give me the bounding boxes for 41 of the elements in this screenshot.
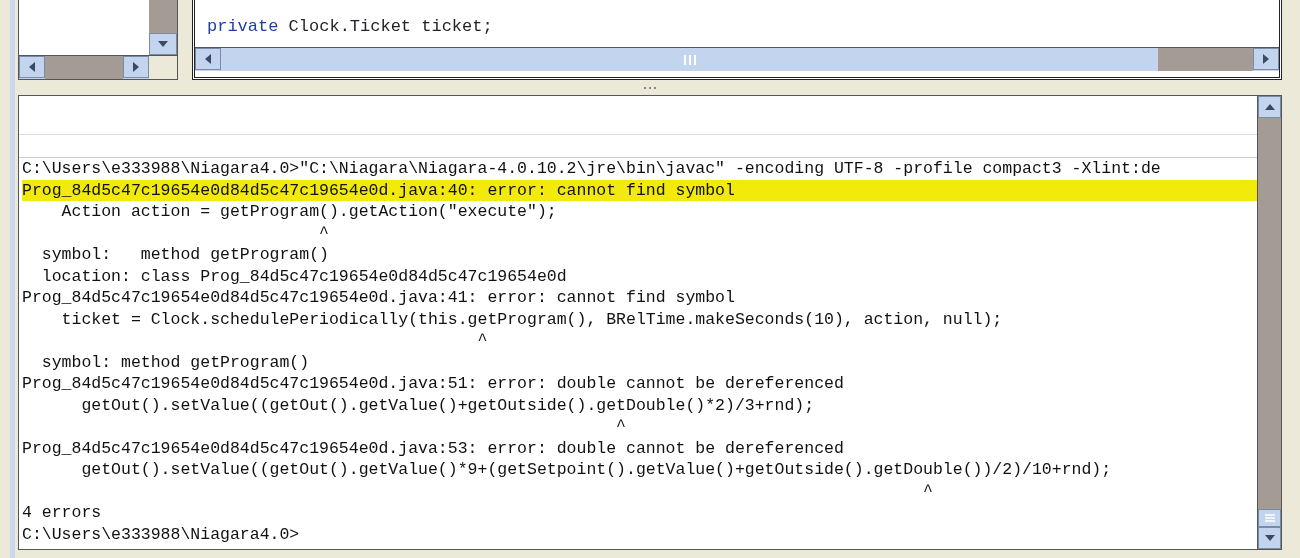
code-line: private Clock.Ticket ticket; [206, 16, 494, 38]
console-line: Prog_84d5c47c19654e0d84d5c47c19654e0d.java:53: error: double cannot be dereferenced [22, 437, 845, 459]
code-editor[interactable]: private Clock.Ticket ticket; [192, 0, 1282, 80]
scroll-down-button[interactable] [1258, 527, 1281, 549]
left-arrow-icon [205, 54, 211, 64]
scroll-right-button[interactable] [123, 56, 149, 78]
scroll-down-button[interactable] [149, 33, 177, 55]
grip-icon [682, 53, 697, 66]
scroll-left-button[interactable] [19, 56, 45, 78]
scroll-left-button[interactable] [195, 48, 221, 70]
vertical-scrollbar[interactable] [1257, 96, 1281, 549]
console-line: ^ [476, 330, 489, 352]
console-line: Prog_84d5c47c19654e0d84d5c47c19654e0d.java:51: error: double cannot be dereferenced [22, 373, 845, 395]
horizontal-scrollbar[interactable] [45, 56, 123, 79]
down-arrow-icon [1264, 535, 1275, 541]
console-line: Prog_84d5c47c19654e0d84d5c47c19654e0d.java:41: error: cannot find symbol [22, 287, 736, 309]
up-arrow-icon [1264, 104, 1275, 110]
scrollbar-thumb[interactable] [1258, 509, 1281, 527]
right-arrow-icon [1263, 54, 1269, 64]
console-line: Action action = getProgram().getAction("execute"); [60, 201, 558, 223]
splitter-grip-icon[interactable] [644, 86, 656, 89]
console-line: getOut().setValue((getOut().getValue()*9+(getSetpoint().getValue()+getOutside().getDouble())/2)/10+rnd); [80, 459, 1113, 481]
console-line: ^ [922, 480, 934, 502]
console-line: C:\Users\e333988\Niagara4.0>"C:\Niagara\Niagara-4.0.10.2\jre\bin\javac" -encoding UTF-8 -profile compact3 -Xlint:de [22, 158, 1162, 180]
console-line: getOut().setValue((getOut().getValue()+getOutside().getDouble()*2)/3+rnd); [80, 394, 816, 416]
scroll-up-button[interactable] [1258, 96, 1281, 118]
console-line: C:\Users\e333988\Niagara4.0> [22, 523, 301, 545]
console-line: location: class Prog_84d5c47c19654e0d84d5c47c19654e0d [40, 265, 568, 287]
console-line: symbol: method getProgram() [40, 351, 311, 373]
console-line: ^ [615, 416, 627, 438]
console-line: symbol: method getProgram() [40, 244, 330, 266]
scrollbar-corner [149, 56, 177, 79]
console-line: ^ [318, 222, 330, 244]
console-line: ticket = Clock.schedulePeriodically(this.getProgram(), BRelTime.makeSeconds(10), action, null); [60, 308, 1004, 330]
down-arrow-icon [158, 41, 168, 47]
console-line: 4 errors [22, 502, 103, 524]
vertical-scrollbar[interactable] [149, 0, 177, 55]
right-arrow-icon [133, 62, 139, 72]
grip-icon [1264, 514, 1275, 522]
scroll-right-button[interactable] [1253, 48, 1279, 70]
left-arrow-icon [29, 62, 35, 72]
